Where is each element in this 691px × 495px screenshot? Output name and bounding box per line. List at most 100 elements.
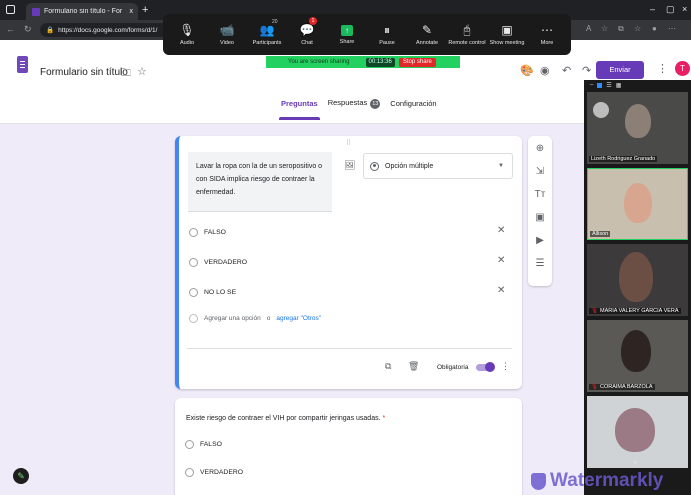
participant-tile-active[interactable]: Allison <box>587 168 688 240</box>
option-label[interactable]: NO LO SE <box>204 289 236 296</box>
reload-icon[interactable]: ↻ <box>24 24 32 35</box>
browser-menu-icon[interactable]: ⋯ <box>668 24 676 33</box>
explore-fab-icon[interactable]: ✎ <box>13 468 29 484</box>
lock-icon: 🔒 <box>46 27 55 34</box>
add-question-icon[interactable]: ⊕ <box>536 142 544 156</box>
option-row[interactable]: VERDADERO <box>185 468 243 477</box>
gallery-view-icon[interactable] <box>597 82 603 88</box>
tab-close-icon[interactable]: x <box>130 8 134 15</box>
preview-eye-icon[interactable]: ◉ <box>540 64 550 77</box>
zoom-annotate-button[interactable]: ✎ Annotate <box>407 14 447 55</box>
gallery-minimize-icon[interactable]: – <box>590 82 593 88</box>
reading-icon[interactable]: A <box>586 24 591 33</box>
maximize-icon[interactable]: ▢ <box>666 4 675 15</box>
minimize-icon[interactable]: – <box>650 4 655 14</box>
zoom-annotate-label: Annotate <box>415 39 439 46</box>
tab-title: Formulario sin título - Formulario <box>44 8 122 15</box>
question-type-select[interactable]: Opción múltiple ▼ <box>363 153 513 179</box>
sharing-timer[interactable]: 00:13:36 <box>365 57 395 67</box>
microphone-icon: 🎙 <box>179 22 195 37</box>
video-camera-icon: 📹 <box>219 22 235 37</box>
participant-name: Allison <box>590 231 611 237</box>
zoom-pause-button[interactable]: ⏸ Pause <box>367 14 407 55</box>
participant-tile[interactable] <box>587 396 688 468</box>
remove-option-icon[interactable]: ✕ <box>497 225 505 236</box>
participant-tile[interactable]: 🎙 CORAIMA BARZOLA <box>587 320 688 392</box>
move-folder-icon[interactable]: 🗀 <box>121 66 131 83</box>
add-image-icon[interactable]: ▣ <box>535 211 544 225</box>
zoom-share-label: Share <box>339 38 355 45</box>
question-more-icon[interactable]: ⋮ <box>501 361 510 372</box>
zoom-audio-button[interactable]: 🎙 Audio <box>167 14 207 55</box>
zoom-participants-button[interactable]: 👥 20 Participants <box>247 14 287 55</box>
question-card-active[interactable]: ⠿ Lavar la ropa con la de un seropositiv… <box>175 136 522 389</box>
close-window-icon[interactable]: × <box>682 4 687 14</box>
gallery-layout-icon[interactable]: ☰ <box>606 82 611 89</box>
add-video-icon[interactable]: ▶ <box>536 234 544 248</box>
avatar[interactable]: T <box>675 61 690 76</box>
back-icon[interactable]: ← <box>6 24 15 34</box>
option-label[interactable]: VERDADERO <box>204 259 247 266</box>
zoom-chat-button[interactable]: 💬 1 Chat <box>287 14 327 55</box>
new-tab-button[interactable]: + <box>142 4 148 16</box>
tab-respuestas[interactable]: Respuestas 13 <box>328 98 381 109</box>
add-title-icon[interactable]: Tт <box>535 188 546 202</box>
chat-icon: 💬 <box>299 22 315 37</box>
browser-tab[interactable]: Formulario sin título - Formulario x <box>26 3 138 20</box>
window-icon: ▣ <box>501 22 513 37</box>
import-questions-icon[interactable]: ⇲ <box>536 165 544 179</box>
stop-share-button[interactable]: Stop share <box>398 57 436 67</box>
option-row[interactable]: FALSO <box>189 228 226 237</box>
more-options-icon[interactable]: ⋮ <box>657 62 668 75</box>
url-input[interactable]: 🔒 https://docs.google.com/forms/d/1/ <box>40 23 170 37</box>
window-menu-icon[interactable] <box>6 5 15 14</box>
tab-configuracion[interactable]: Configuración <box>390 99 436 108</box>
gallery-scroll-down-icon[interactable]: ▼ <box>632 460 639 467</box>
profile-icon[interactable]: ● <box>652 24 657 33</box>
chevron-down-icon: ▼ <box>498 163 504 169</box>
zoom-show-meeting-button[interactable]: ▣ Show meeting <box>487 14 527 55</box>
trash-icon[interactable]: 🗑 <box>408 361 419 372</box>
zoom-share-button[interactable]: ↑ Share <box>327 14 367 55</box>
zoom-participants-label: Participants <box>252 39 282 46</box>
forms-logo-icon[interactable] <box>17 56 28 73</box>
bookmark-star-icon[interactable]: ☆ <box>601 24 608 33</box>
participant-name: 🎙 CORAIMA BARZOLA <box>589 384 655 390</box>
add-option-link[interactable]: Agregar una opción <box>204 315 261 322</box>
remove-option-icon[interactable]: ✕ <box>497 285 505 296</box>
redo-icon[interactable]: ↷ <box>582 64 591 77</box>
zoom-video-button[interactable]: 📹 Video <box>207 14 247 55</box>
duplicate-icon[interactable]: ⧉ <box>385 361 391 372</box>
form-title[interactable]: Formulario sin título <box>40 67 128 78</box>
forms-favicon-icon <box>32 7 40 16</box>
zoom-more-button[interactable]: ⋯ More <box>527 14 567 55</box>
favorites-icon[interactable]: ☆ <box>634 24 641 33</box>
add-image-icon[interactable]: 🖼 <box>344 160 355 171</box>
star-icon[interactable]: ☆ <box>137 65 147 78</box>
question-card[interactable]: Existe riesgo de contraer el VIH por com… <box>175 398 522 495</box>
sharing-status-text: You are screen sharing <box>288 59 350 65</box>
send-button[interactable]: Enviar <box>596 61 644 79</box>
required-toggle[interactable] <box>476 362 495 372</box>
add-other-link[interactable]: agregar "Otros" <box>276 315 321 322</box>
palette-icon[interactable]: 🎨 <box>520 64 534 77</box>
drag-handle-icon[interactable]: ⠿ <box>346 139 352 147</box>
option-row[interactable]: FALSO <box>185 440 222 449</box>
participant-tile[interactable]: Lizeth Rodriguez Granado <box>587 92 688 164</box>
muted-mic-icon: 🎙 <box>591 308 598 314</box>
zoom-remote-control-button[interactable]: 🖰 Remote control <box>447 14 487 55</box>
option-row[interactable]: NO LO SE <box>189 288 236 297</box>
remove-option-icon[interactable]: ✕ <box>497 255 505 266</box>
extensions-icon[interactable]: ⧉ <box>618 24 624 34</box>
option-row[interactable]: VERDADERO <box>189 258 247 267</box>
gallery-grid-icon[interactable]: ▦ <box>616 82 622 89</box>
undo-icon[interactable]: ↶ <box>562 64 571 77</box>
zoom-show-meeting-label: Show meeting <box>489 39 525 46</box>
question-title-input[interactable]: Lavar la ropa con la de un seropositivo … <box>188 152 332 212</box>
participant-tile[interactable]: 🎙 MARIA VALERY GARCIA VERA <box>587 244 688 316</box>
add-section-icon[interactable]: ☰ <box>536 257 545 271</box>
tab-preguntas[interactable]: Preguntas <box>279 99 320 120</box>
option-label[interactable]: FALSO <box>204 229 226 236</box>
screen-sharing-banner: You are screen sharing 00:13:36 Stop sha… <box>266 56 460 68</box>
muted-mic-icon: 🎙 <box>591 384 598 390</box>
